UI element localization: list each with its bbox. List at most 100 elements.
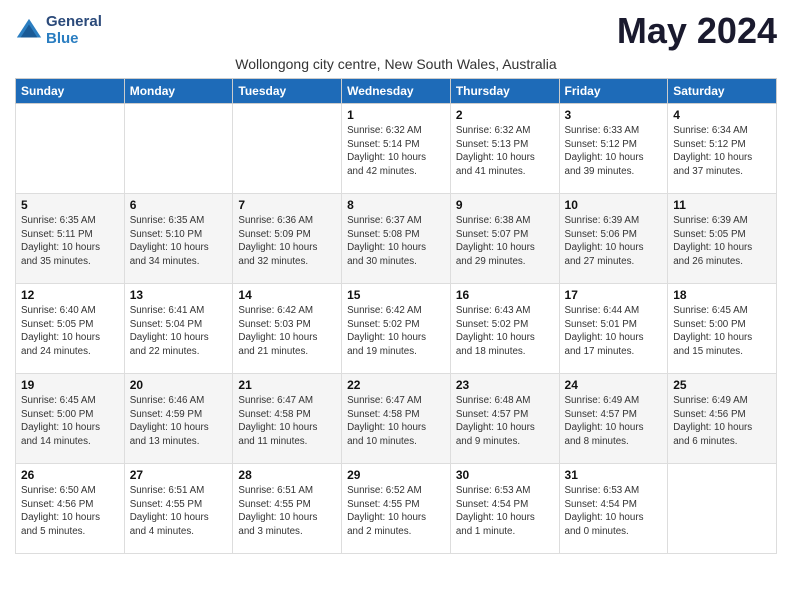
calendar-table: SundayMondayTuesdayWednesdayThursdayFrid… (15, 78, 777, 554)
day-info: Sunrise: 6:48 AM Sunset: 4:57 PM Dayligh… (456, 394, 554, 449)
logo-blue: Blue (46, 31, 102, 48)
calendar-cell (124, 104, 233, 194)
day-number: 25 (673, 378, 771, 392)
calendar-cell: 22 Sunrise: 6:47 AM Sunset: 4:58 PM Dayli… (342, 374, 451, 464)
calendar-cell: 3Sunrise: 6:33 AM Sunset: 5:12 PM Daylig… (559, 104, 668, 194)
week-row-3: 19Sunrise: 6:45 AM Sunset: 5:00 PM Dayli… (16, 374, 777, 464)
day-info: Sunrise: 6:37 AM Sunset: 5:08 PM Dayligh… (347, 214, 445, 269)
day-number: 6 (130, 198, 228, 212)
day-info: Sunrise: 6:36 AM Sunset: 5:09 PM Dayligh… (238, 214, 336, 269)
week-row-4: 26Sunrise: 6:50 AM Sunset: 4:56 PM Dayli… (16, 464, 777, 554)
day-info: Sunrise: 6:41 AM Sunset: 5:04 PM Dayligh… (130, 304, 228, 359)
day-info: Sunrise: 6:49 AM Sunset: 4:57 PM Dayligh… (565, 394, 663, 449)
day-info: Sunrise: 6:47 AM Sunset: 4:58 PM Dayligh… (347, 394, 445, 449)
day-info: Sunrise: 6:35 AM Sunset: 5:10 PM Dayligh… (130, 214, 228, 269)
week-row-0: 1 Sunrise: 6:32 AM Sunset: 5:14 PM Daylig… (16, 104, 777, 194)
day-info: Sunrise: 6:53 AM Sunset: 4:54 PM Dayligh… (565, 484, 663, 539)
location-subtitle: Wollongong city centre, New South Wales,… (15, 56, 777, 72)
day-number: 13 (130, 288, 228, 302)
calendar-body: 1 Sunrise: 6:32 AM Sunset: 5:14 PM Daylig… (16, 104, 777, 554)
day-info: Sunrise: 6:51 AM Sunset: 4:55 PM Dayligh… (130, 484, 228, 539)
calendar-cell: 12 Sunrise: 6:40 AM Sunset: 5:05 PM Dayli… (16, 284, 125, 374)
logo-text: General Blue (46, 14, 102, 47)
day-info: Sunrise: 6:53 AM Sunset: 4:54 PM Dayligh… (456, 484, 554, 539)
day-number: 11 (673, 198, 771, 212)
day-number: 2 (456, 108, 554, 122)
calendar-header-row: SundayMondayTuesdayWednesdayThursdayFrid… (16, 79, 777, 104)
day-info: Sunrise: 6:45 AM Sunset: 5:00 PM Dayligh… (21, 394, 119, 449)
day-number: 16 (456, 288, 554, 302)
calendar-cell: 21 Sunrise: 6:47 AM Sunset: 4:58 PM Dayli… (233, 374, 342, 464)
day-info: Sunrise: 6:43 AM Sunset: 5:02 PM Dayligh… (456, 304, 554, 359)
day-number: 18 (673, 288, 771, 302)
day-info: Sunrise: 6:49 AM Sunset: 4:56 PM Dayligh… (673, 394, 771, 449)
day-number: 4 (673, 108, 771, 122)
header-saturday: Saturday (668, 79, 777, 104)
header-friday: Friday (559, 79, 668, 104)
calendar-cell: 8 Sunrise: 6:37 AM Sunset: 5:08 PM Daylig… (342, 194, 451, 284)
calendar-cell: 29Sunrise: 6:52 AM Sunset: 4:55 PM Dayli… (342, 464, 451, 554)
month-year-title: May 2024 (617, 10, 777, 52)
day-number: 17 (565, 288, 663, 302)
title-block: May 2024 (617, 10, 777, 52)
day-number: 28 (238, 468, 336, 482)
header-tuesday: Tuesday (233, 79, 342, 104)
day-number: 22 (347, 378, 445, 392)
day-info: Sunrise: 6:38 AM Sunset: 5:07 PM Dayligh… (456, 214, 554, 269)
day-info: Sunrise: 6:47 AM Sunset: 4:58 PM Dayligh… (238, 394, 336, 449)
logo-general: General (46, 14, 102, 31)
day-number: 23 (456, 378, 554, 392)
day-info: Sunrise: 6:42 AM Sunset: 5:03 PM Dayligh… (238, 304, 336, 359)
day-number: 14 (238, 288, 336, 302)
day-number: 21 (238, 378, 336, 392)
day-number: 24 (565, 378, 663, 392)
day-info: Sunrise: 6:32 AM Sunset: 5:14 PM Dayligh… (347, 124, 445, 179)
day-info: Sunrise: 6:32 AM Sunset: 5:13 PM Dayligh… (456, 124, 554, 179)
calendar-cell: 16 Sunrise: 6:43 AM Sunset: 5:02 PM Dayli… (450, 284, 559, 374)
calendar-cell: 2 Sunrise: 6:32 AM Sunset: 5:13 PM Daylig… (450, 104, 559, 194)
day-number: 12 (21, 288, 119, 302)
calendar-cell: 13 Sunrise: 6:41 AM Sunset: 5:04 PM Dayli… (124, 284, 233, 374)
calendar-cell: 1 Sunrise: 6:32 AM Sunset: 5:14 PM Daylig… (342, 104, 451, 194)
header-thursday: Thursday (450, 79, 559, 104)
week-row-2: 12 Sunrise: 6:40 AM Sunset: 5:05 PM Dayli… (16, 284, 777, 374)
day-info: Sunrise: 6:52 AM Sunset: 4:55 PM Dayligh… (347, 484, 445, 539)
calendar-cell: 23 Sunrise: 6:48 AM Sunset: 4:57 PM Dayli… (450, 374, 559, 464)
day-number: 10 (565, 198, 663, 212)
calendar-cell: 11 Sunrise: 6:39 AM Sunset: 5:05 PM Dayli… (668, 194, 777, 284)
header-wednesday: Wednesday (342, 79, 451, 104)
calendar-cell: 26Sunrise: 6:50 AM Sunset: 4:56 PM Dayli… (16, 464, 125, 554)
calendar-cell: 30 Sunrise: 6:53 AM Sunset: 4:54 PM Dayli… (450, 464, 559, 554)
day-number: 30 (456, 468, 554, 482)
logo: General Blue (15, 14, 102, 47)
day-number: 5 (21, 198, 119, 212)
day-number: 1 (347, 108, 445, 122)
day-info: Sunrise: 6:39 AM Sunset: 5:05 PM Dayligh… (673, 214, 771, 269)
day-info: Sunrise: 6:50 AM Sunset: 4:56 PM Dayligh… (21, 484, 119, 539)
day-number: 20 (130, 378, 228, 392)
day-info: Sunrise: 6:51 AM Sunset: 4:55 PM Dayligh… (238, 484, 336, 539)
calendar-cell: 10Sunrise: 6:39 AM Sunset: 5:06 PM Dayli… (559, 194, 668, 284)
day-number: 7 (238, 198, 336, 212)
day-info: Sunrise: 6:42 AM Sunset: 5:02 PM Dayligh… (347, 304, 445, 359)
calendar-cell: 7 Sunrise: 6:36 AM Sunset: 5:09 PM Daylig… (233, 194, 342, 284)
calendar-cell: 17 Sunrise: 6:44 AM Sunset: 5:01 PM Dayli… (559, 284, 668, 374)
calendar-cell: 27 Sunrise: 6:51 AM Sunset: 4:55 PM Dayli… (124, 464, 233, 554)
day-info: Sunrise: 6:40 AM Sunset: 5:05 PM Dayligh… (21, 304, 119, 359)
calendar-cell (233, 104, 342, 194)
calendar-cell: 18Sunrise: 6:45 AM Sunset: 5:00 PM Dayli… (668, 284, 777, 374)
header-sunday: Sunday (16, 79, 125, 104)
day-number: 31 (565, 468, 663, 482)
calendar-cell: 6 Sunrise: 6:35 AM Sunset: 5:10 PM Daylig… (124, 194, 233, 284)
calendar-cell: 5Sunrise: 6:35 AM Sunset: 5:11 PM Daylig… (16, 194, 125, 284)
day-number: 8 (347, 198, 445, 212)
logo-icon (15, 17, 43, 45)
day-number: 9 (456, 198, 554, 212)
day-info: Sunrise: 6:33 AM Sunset: 5:12 PM Dayligh… (565, 124, 663, 179)
calendar-cell: 4Sunrise: 6:34 AM Sunset: 5:12 PM Daylig… (668, 104, 777, 194)
day-number: 27 (130, 468, 228, 482)
day-info: Sunrise: 6:44 AM Sunset: 5:01 PM Dayligh… (565, 304, 663, 359)
calendar-cell: 9 Sunrise: 6:38 AM Sunset: 5:07 PM Daylig… (450, 194, 559, 284)
day-info: Sunrise: 6:46 AM Sunset: 4:59 PM Dayligh… (130, 394, 228, 449)
calendar-cell (668, 464, 777, 554)
